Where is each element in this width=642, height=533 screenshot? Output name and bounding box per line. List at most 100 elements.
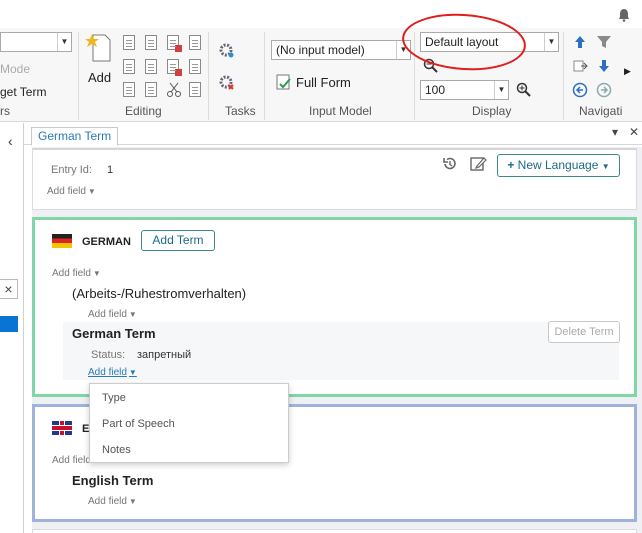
full-form-label[interactable]: Full Form [296, 75, 351, 90]
move-icon[interactable] [572, 58, 588, 74]
cut-icon[interactable] [166, 82, 182, 98]
add-field-label: Add field [52, 268, 91, 279]
add-term-button[interactable]: Add Term [141, 230, 215, 251]
menu-item-notes[interactable]: Notes [102, 444, 131, 456]
entry-card: Entry Id: 1 Add field ▼ + New Language ▼ [32, 148, 637, 210]
add-field-menu: Type Part of Speech Notes [89, 383, 289, 463]
add-field-term-active[interactable]: Add field ▼ [88, 367, 137, 378]
history-icon[interactable] [441, 155, 459, 173]
language-title: GERMAN [82, 236, 131, 248]
chevron-down-icon: ▼ [494, 81, 508, 99]
edit-icon[interactable] [469, 155, 487, 173]
delete-term-button[interactable]: Delete Term [548, 321, 620, 343]
mode-label: Mode [0, 62, 31, 76]
clipboard-icon[interactable] [189, 82, 201, 97]
term-text[interactable]: German Term [72, 326, 156, 341]
edit-form-icon[interactable] [123, 82, 135, 97]
term-box-selected: German Term Delete Term Status: запретны… [63, 321, 620, 380]
ribbon-scroll-right-icon[interactable]: ▶ [624, 66, 631, 77]
add-field-term[interactable]: Add field ▼ [88, 309, 137, 320]
chevron-down-icon: ▼ [92, 269, 101, 278]
add-label[interactable]: Add [88, 70, 111, 85]
zoom-in-icon[interactable] [516, 82, 532, 98]
input-model-select[interactable]: (No input model) ▼ [271, 40, 411, 60]
copy-icon[interactable] [145, 35, 157, 50]
ribbon-separator [563, 32, 564, 120]
entry-content: Entry Id: 1 Add field ▼ + New Language ▼ … [32, 147, 642, 533]
panel-menu-icon[interactable]: ▾ [612, 125, 618, 139]
add-entry-icon[interactable] [85, 32, 111, 62]
add-field-language[interactable]: Add field ▼ [52, 268, 101, 279]
add-field-label: Add field [88, 367, 127, 378]
new-icon[interactable] [145, 82, 157, 97]
tab-german-term[interactable]: German Term [31, 127, 119, 146]
menu-item-type[interactable]: Type [102, 392, 126, 404]
uk-flag-icon [52, 421, 72, 435]
add-field-term[interactable]: Add field ▼ [88, 496, 137, 507]
chevron-down-icon: ▼ [544, 33, 558, 51]
entry-panel: German Term ▾ ✕ Entry Id: 1 Add field ▼ +… [24, 123, 642, 533]
full-form-icon[interactable] [276, 74, 292, 90]
ribbon: ▼ Mode get Term rs Add Editing Tasks (No… [0, 0, 642, 122]
add-field-label: Add field [47, 186, 86, 197]
collapse-left-icon[interactable]: ‹ [8, 133, 13, 149]
input-model-value: (No input model) [276, 43, 365, 57]
discard-icon[interactable] [167, 59, 182, 76]
status-label: Status: [91, 349, 126, 361]
menu-item-part-of-speech[interactable]: Part of Speech [102, 418, 175, 430]
chevron-down-icon: ▼ [601, 162, 610, 171]
edit-icon[interactable] [123, 35, 135, 50]
term-text[interactable]: English Term [72, 473, 153, 488]
back-circle-icon[interactable] [572, 82, 588, 98]
selected-item-indicator[interactable] [0, 316, 18, 332]
add-field-label: Add field [88, 496, 127, 507]
group-label-tasks: Tasks [225, 104, 256, 118]
task-gear-remove-icon[interactable] [218, 74, 234, 90]
chevron-down-icon: ▼ [128, 497, 137, 506]
new-language-button[interactable]: + New Language ▼ [497, 154, 620, 177]
zoom-select[interactable]: 100 ▼ [420, 80, 509, 100]
term-text[interactable]: (Arbeits-/Ruhestromverhalten) [72, 286, 246, 301]
german-flag-icon [52, 234, 72, 248]
plus-icon: + [507, 158, 515, 172]
forward-circle-icon[interactable] [596, 82, 612, 98]
group-label-partial: rs [0, 104, 10, 118]
group-label-input-model: Input Model [309, 104, 372, 118]
group-label-editing: Editing [125, 104, 162, 118]
revert-icon[interactable] [145, 59, 157, 74]
delete-entry-icon[interactable] [167, 35, 182, 52]
entry-id-label: Entry Id: [51, 164, 92, 176]
ribbon-separator [78, 32, 79, 120]
paste-icon[interactable] [189, 59, 201, 74]
add-field-label: Add field [88, 309, 127, 320]
add-field-entry[interactable]: Add field ▼ [47, 186, 96, 197]
ribbon-top-bar [0, 0, 642, 28]
group-label-display: Display [472, 104, 512, 118]
task-gear-icon[interactable] [218, 42, 234, 58]
save-icon[interactable] [123, 59, 135, 74]
chevron-down-icon: ▼ [57, 33, 71, 51]
arrow-up-icon[interactable] [572, 34, 588, 50]
duplicate-icon[interactable] [189, 35, 201, 50]
new-language-label: New Language [517, 158, 599, 172]
panel-close-icon[interactable]: ✕ [629, 125, 639, 139]
chevron-down-icon: ▼ [128, 310, 137, 319]
arrow-down-icon[interactable] [596, 58, 612, 74]
ribbon-separator [264, 32, 265, 120]
filter-icon[interactable] [596, 34, 612, 50]
chevron-down-icon: ▼ [87, 187, 96, 196]
left-collapsed-pane: ‹ × [0, 123, 24, 533]
mode-combo[interactable]: ▼ [0, 32, 72, 52]
chevron-down-icon: ▼ [128, 368, 137, 377]
panel-header: German Term ▾ ✕ [24, 123, 642, 146]
add-field-language[interactable]: Add field [52, 455, 91, 466]
entry-id-value: 1 [107, 164, 114, 176]
german-language-card: GERMAN Add Term Add field ▼ (Arbeits-/Ruh… [32, 217, 637, 397]
bell-icon[interactable] [618, 8, 630, 22]
status-value: запретный [137, 349, 192, 361]
group-label-navigation: Navigati [579, 104, 623, 118]
ribbon-separator [208, 32, 209, 120]
get-term-label[interactable]: get Term [0, 85, 46, 99]
close-icon[interactable]: × [0, 279, 18, 299]
zoom-value: 100 [425, 83, 446, 97]
